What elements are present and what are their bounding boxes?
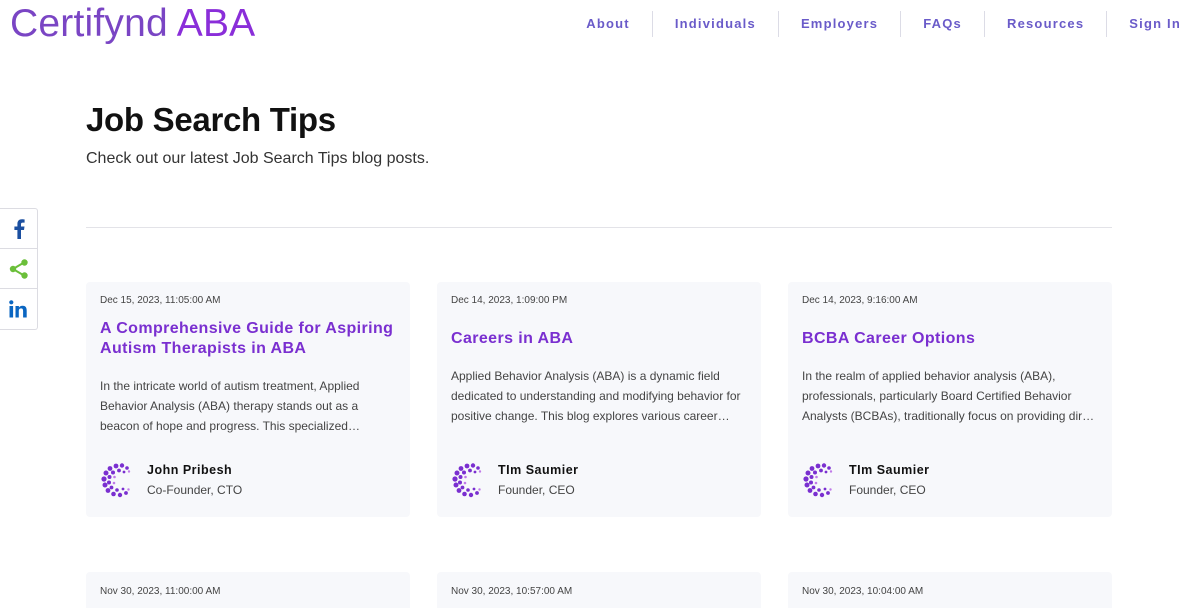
post-date: Dec 14, 2023, 1:09:00 PM: [451, 295, 568, 306]
share-linkedin-button[interactable]: [0, 289, 37, 329]
nav-sign-in[interactable]: Sign In: [1106, 11, 1200, 37]
author-avatar: [100, 462, 134, 498]
main-nav: About Individuals Employers FAQs Resourc…: [564, 0, 1200, 48]
blog-card[interactable]: Dec 14, 2023, 9:16:00 AM BCBA Career Opt…: [788, 282, 1112, 517]
author-avatar: [802, 462, 836, 498]
post-date: Nov 30, 2023, 10:57:00 AM: [451, 586, 573, 597]
post-author: TIm Saumier Founder, CEO: [802, 462, 930, 498]
share-facebook-button[interactable]: [0, 209, 37, 249]
blog-card[interactable]: Nov 30, 2023, 10:04:00 AM: [788, 572, 1112, 608]
post-date: Nov 30, 2023, 10:04:00 AM: [802, 586, 924, 597]
nav-individuals[interactable]: Individuals: [651, 11, 778, 37]
section-divider: [86, 227, 1112, 228]
post-date: Dec 14, 2023, 9:16:00 AM: [802, 295, 918, 306]
post-excerpt: Applied Behavior Analysis (ABA) is a dyn…: [451, 369, 741, 423]
post-author: John Pribesh Co-Founder, CTO: [100, 462, 242, 498]
facebook-icon: [13, 218, 25, 239]
blog-card[interactable]: Nov 30, 2023, 10:57:00 AM: [437, 572, 761, 608]
author-name: John Pribesh: [147, 463, 233, 477]
nav-about[interactable]: About: [564, 11, 652, 37]
author-name: TIm Saumier: [498, 463, 579, 477]
blog-card[interactable]: Dec 15, 2023, 11:05:00 AM A Comprehensiv…: [86, 282, 410, 517]
author-role: Co-Founder, CTO: [147, 483, 243, 497]
post-excerpt: In the intricate world of autism treatme…: [100, 379, 360, 433]
post-excerpt: In the realm of applied behavior analysi…: [802, 369, 1099, 423]
author-role: Founder, CEO: [849, 483, 926, 497]
nav-resources[interactable]: Resources: [983, 11, 1106, 37]
logo-brand-text: Certifynd: [10, 2, 168, 45]
page-title: Job Search Tips: [86, 101, 336, 138]
author-avatar: [451, 462, 485, 498]
post-title-link[interactable]: Careers in ABA: [451, 329, 747, 349]
blog-card[interactable]: Dec 14, 2023, 1:09:00 PM Careers in ABA …: [437, 282, 761, 517]
post-title-link[interactable]: A Comprehensive Guide for Aspiring Autis…: [100, 319, 396, 359]
nav-employers[interactable]: Employers: [777, 11, 900, 37]
nav-faqs[interactable]: FAQs: [900, 11, 984, 37]
post-date: Nov 30, 2023, 11:00:00 AM: [100, 586, 221, 597]
author-name: TIm Saumier: [849, 463, 930, 477]
blog-card[interactable]: Nov 30, 2023, 11:00:00 AM: [86, 572, 410, 608]
page-subtitle: Check out our latest Job Search Tips blo…: [86, 150, 430, 167]
share-generic-button[interactable]: [0, 249, 37, 289]
logo-suffix-text: ABA: [176, 2, 256, 45]
site-logo[interactable]: Certifynd ABA: [10, 3, 255, 45]
author-role: Founder, CEO: [498, 483, 575, 497]
share-icon: [9, 258, 28, 279]
post-date: Dec 15, 2023, 11:05:00 AM: [100, 295, 221, 306]
share-sidebar: [0, 208, 38, 330]
linkedin-icon: [8, 300, 27, 318]
post-author: TIm Saumier Founder, CEO: [451, 462, 579, 498]
post-title-link[interactable]: BCBA Career Options: [802, 329, 1098, 349]
